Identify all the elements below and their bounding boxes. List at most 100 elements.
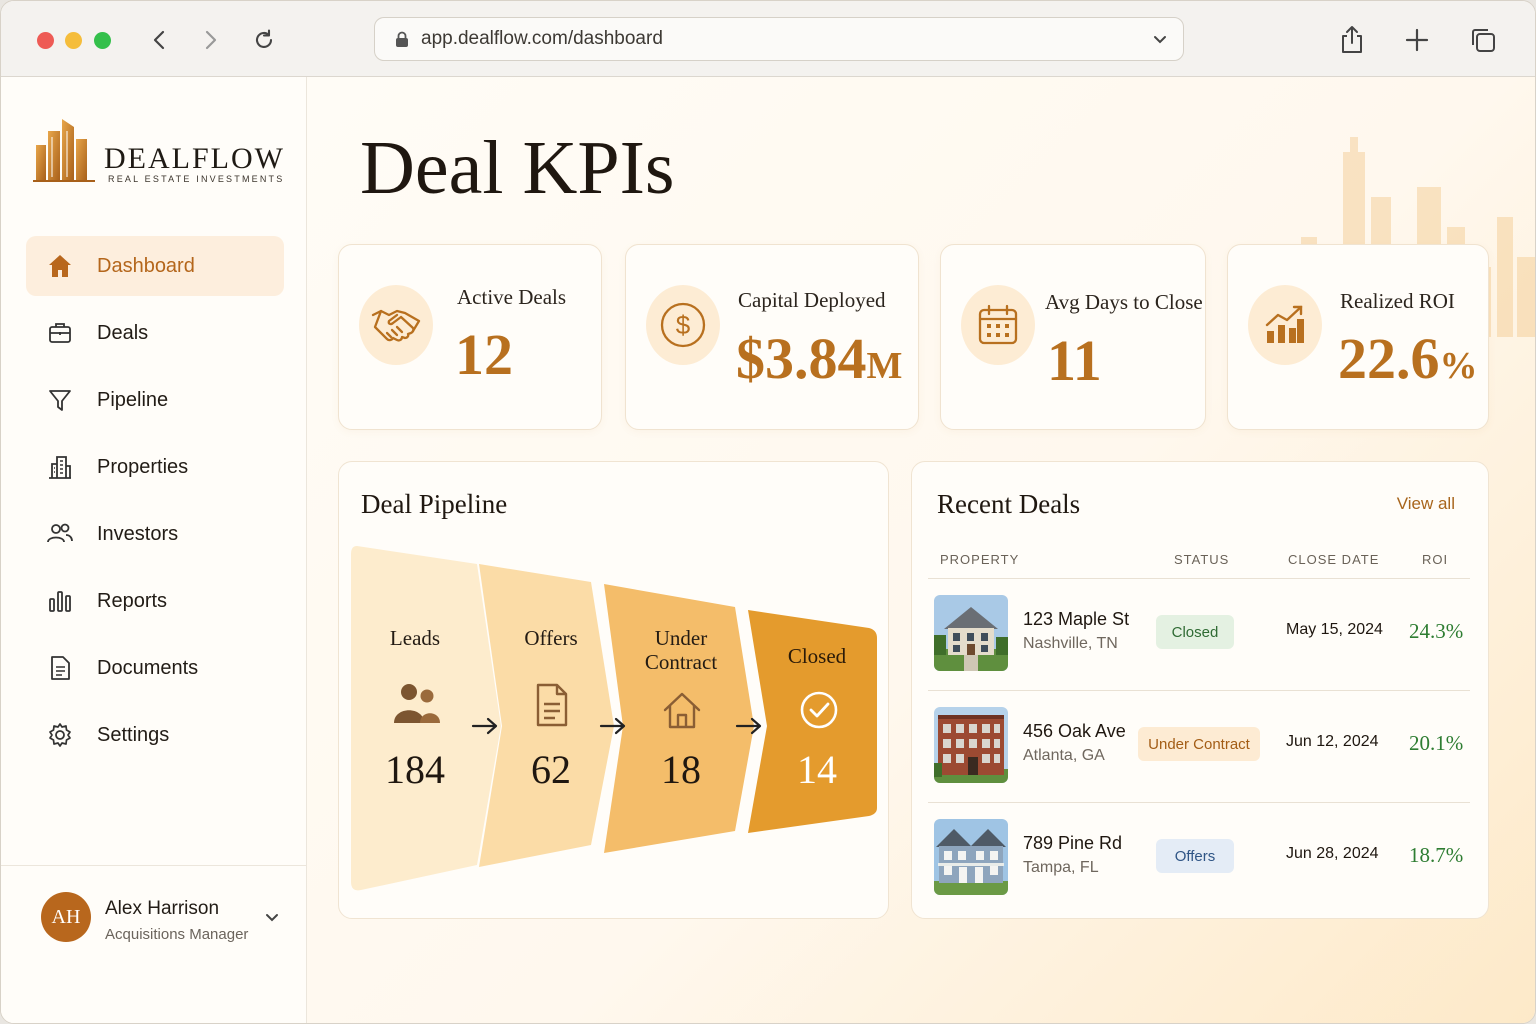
kpi-icon-circle <box>359 285 433 365</box>
building-logo-icon <box>33 119 95 182</box>
chevron-right-icon <box>205 30 217 50</box>
sidebar-nav: Dashboard Deals Pipeline Properties Inve… <box>26 236 284 772</box>
plus-icon <box>1405 28 1429 52</box>
chevron-down-icon <box>1154 36 1166 44</box>
user-name: Alex Harrison <box>105 898 220 919</box>
brand-tagline: REAL ESTATE INVESTMENTS <box>108 174 285 184</box>
close-date: Jun 12, 2024 <box>1286 733 1379 750</box>
stage-label: Offers <box>524 626 578 650</box>
table-row[interactable]: 123 Maple St Nashville, TN Closed May 15… <box>928 579 1470 691</box>
kpi-value: 11 <box>1047 327 1102 394</box>
close-window-button[interactable] <box>37 32 54 49</box>
status-badge: Under Contract <box>1138 727 1260 761</box>
growth-chart-icon <box>1265 305 1304 343</box>
house-icon <box>663 692 701 729</box>
tab-overview-button[interactable] <box>1464 21 1502 59</box>
users-icon <box>394 684 440 723</box>
sidebar-item-label: Deals <box>97 321 149 344</box>
svg-text:$: $ <box>676 310 691 340</box>
status-badge: Closed <box>1156 615 1234 649</box>
maximize-window-button[interactable] <box>94 32 111 49</box>
property-name: 789 Pine Rd <box>1023 833 1123 853</box>
logo[interactable]: DEALFLOW REAL ESTATE INVESTMENTS <box>33 117 293 187</box>
back-button[interactable] <box>143 23 177 57</box>
kpi-number: $3.84 <box>736 326 867 391</box>
share-icon <box>1342 26 1362 53</box>
stage-label: Closed <box>787 644 847 668</box>
column-header-property: PROPERTY <box>940 552 1020 567</box>
kpi-value: 12 <box>455 321 513 388</box>
sidebar: DEALFLOW REAL ESTATE INVESTMENTS Dashboa… <box>1 77 307 1023</box>
card-title: Recent Deals <box>937 489 1081 519</box>
kpi-label: Realized ROI <box>1340 289 1455 313</box>
property-photo <box>934 595 1008 671</box>
funnel-icon <box>46 386 74 414</box>
stage-label: Leads <box>389 626 441 650</box>
kpi-value: 22.6% <box>1338 325 1478 392</box>
browser-toolbar: app.dealflow.com/dashboard <box>1 1 1535 77</box>
property-photo <box>934 819 1008 895</box>
sidebar-item-pipeline[interactable]: Pipeline <box>26 370 284 430</box>
arrow-right-icon <box>735 717 762 735</box>
sidebar-item-dashboard[interactable]: Dashboard <box>26 236 284 296</box>
minimize-window-button[interactable] <box>65 32 82 49</box>
sidebar-item-settings[interactable]: Settings <box>26 705 284 765</box>
sidebar-item-documents[interactable]: Documents <box>26 638 284 698</box>
sidebar-item-reports[interactable]: Reports <box>26 571 284 631</box>
stage-value: 62 <box>531 747 571 792</box>
address-bar[interactable]: app.dealflow.com/dashboard <box>374 17 1184 61</box>
column-header-close-date: CLOSE DATE <box>1288 552 1380 567</box>
close-date: Jun 28, 2024 <box>1286 845 1379 862</box>
main-content: Deal KPIs Active Deals 12 $ Capital Depl… <box>307 77 1535 1023</box>
browser-window: app.dealflow.com/dashboard DEALFLOW REAL… <box>0 0 1536 1024</box>
deal-pipeline-card: Deal Pipeline Leads 184 Offers 62 Under C… <box>338 461 889 919</box>
new-tab-button[interactable] <box>1398 21 1436 59</box>
stage-label: Under Contract <box>644 626 718 674</box>
page-title: Deal KPIs <box>360 126 675 210</box>
home-icon <box>46 252 74 280</box>
document-icon <box>46 654 74 682</box>
arrow-right-icon <box>471 717 498 735</box>
forward-button[interactable] <box>193 23 227 57</box>
user-role: Acquisitions Manager <box>105 926 249 943</box>
building-icon <box>46 453 74 481</box>
kpi-number: 12 <box>455 322 513 387</box>
tabs-icon <box>1472 29 1495 52</box>
kpi-card-capital-deployed: $ Capital Deployed $3.84M <box>625 244 919 430</box>
reload-icon <box>256 29 273 48</box>
kpi-value: $3.84M <box>736 325 902 392</box>
table-row[interactable]: 456 Oak Ave Atlanta, GA Under Contract J… <box>928 691 1470 803</box>
sidebar-item-label: Settings <box>97 723 170 746</box>
roi-value: 18.7% <box>1409 843 1464 867</box>
sidebar-item-investors[interactable]: Investors <box>26 504 284 564</box>
share-button[interactable] <box>1333 21 1371 59</box>
sidebar-item-label: Documents <box>97 656 199 679</box>
lock-icon <box>396 31 408 47</box>
reload-button[interactable] <box>247 23 281 57</box>
handshake-icon <box>371 309 421 342</box>
avatar: AH <box>41 892 91 942</box>
kpi-card-avg-days-to-close: Avg Days to Close 11 <box>940 244 1206 430</box>
dollar-icon: $ <box>660 302 706 348</box>
kpi-icon-circle <box>961 285 1035 365</box>
user-menu[interactable]: AH Alex Harrison Acquisitions Manager <box>1 865 307 1023</box>
calendar-icon <box>978 304 1018 345</box>
kpi-number: 22.6 <box>1338 326 1440 391</box>
sidebar-item-deals[interactable]: Deals <box>26 303 284 363</box>
stage-value: 18 <box>661 747 701 792</box>
kpi-label: Capital Deployed <box>738 288 886 312</box>
table-row[interactable]: 789 Pine Rd Tampa, FL Offers Jun 28, 202… <box>928 803 1470 915</box>
property-name: 123 Maple St <box>1023 609 1130 629</box>
arrow-right-icon <box>599 717 626 735</box>
document-icon <box>536 683 568 727</box>
sidebar-item-properties[interactable]: Properties <box>26 437 284 497</box>
roi-value: 24.3% <box>1409 619 1464 643</box>
view-all-link[interactable]: View all <box>1397 494 1455 514</box>
stage-value: 14 <box>797 747 837 792</box>
brand-name: DEALFLOW <box>104 142 285 175</box>
sidebar-item-label: Pipeline <box>97 388 169 411</box>
briefcase-icon <box>46 319 74 347</box>
column-header-status: STATUS <box>1174 552 1230 567</box>
kpi-suffix: M <box>866 345 903 387</box>
kpi-card-active-deals: Active Deals 12 <box>338 244 602 430</box>
